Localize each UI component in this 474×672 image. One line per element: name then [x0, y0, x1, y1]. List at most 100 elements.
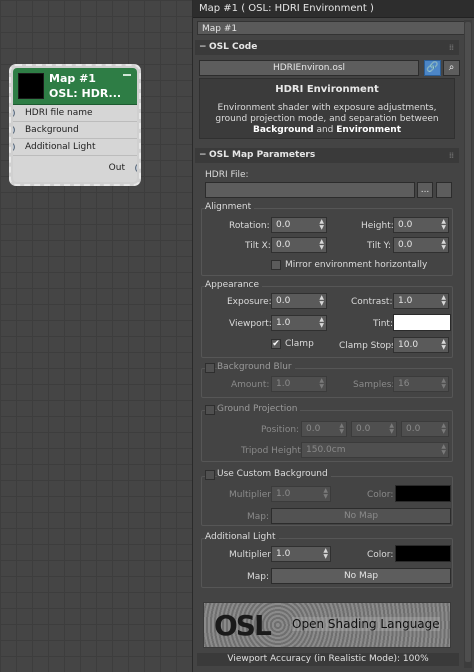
input-socket-icon[interactable] — [13, 142, 15, 152]
spinner-arrows-icon[interactable]: ▲ ▼ — [339, 423, 344, 435]
samples-label: Samples: — [353, 380, 395, 390]
clamp-checkbox[interactable]: ✔ — [271, 339, 281, 349]
custom-bg-map-button[interactable]: No Map — [271, 508, 451, 524]
desc-line-1: Environment shader with exposure adjustm… — [217, 103, 437, 113]
node-output-out[interactable]: Out — [13, 160, 137, 177]
rotation-spinner[interactable]: 0.0 ▲ ▼ — [271, 217, 327, 233]
grip-icon: ⁞⁞ — [448, 151, 454, 160]
position-z-value: 0.0 — [406, 424, 421, 434]
input-socket-icon[interactable] — [13, 125, 15, 135]
osl-map-parameters-header[interactable]: − OSL Map Parameters ⁞⁞ — [195, 148, 459, 163]
node-thumbnail — [18, 73, 44, 99]
tripod-label: Tripod Height: — [241, 446, 304, 456]
spinner-arrows-icon[interactable]: ▲ ▼ — [319, 378, 324, 390]
spinner-arrows-icon[interactable]: ▲ ▼ — [389, 423, 394, 435]
ground-projection-checkbox[interactable] — [205, 405, 215, 415]
position-y-spinner[interactable]: 0.0 ▲ ▼ — [351, 421, 397, 437]
node-output-label: Out — [108, 163, 125, 173]
input-socket-icon[interactable] — [13, 108, 15, 118]
params-title: OSL Map Parameters — [209, 150, 316, 160]
appearance-title: Appearance — [205, 280, 263, 290]
rotation-value: 0.0 — [276, 220, 291, 230]
node-input-background[interactable]: Background — [13, 122, 137, 139]
desc-bold-environment: Environment — [336, 125, 401, 135]
spinner-arrows-icon[interactable]: ▲ ▼ — [323, 488, 328, 500]
panel-scrollbar[interactable] — [464, 20, 472, 668]
spinner-arrows-icon[interactable]: ▲ ▼ — [319, 317, 324, 329]
custom-bg-multiplier-spinner[interactable]: 1.0 ▲ ▼ — [271, 486, 331, 502]
tilty-spinner[interactable]: 0.0 ▲ ▼ — [393, 237, 449, 253]
exposure-spinner[interactable]: 0.0 ▲ ▼ — [271, 293, 327, 309]
node-header[interactable]: Map #1 OSL: HDR... — [13, 68, 137, 105]
custom-background-checkbox[interactable] — [205, 470, 215, 480]
scrollbar-thumb[interactable] — [465, 22, 471, 662]
tiltx-value: 0.0 — [276, 240, 291, 250]
spinner-arrows-icon[interactable]: ▲ ▼ — [441, 444, 446, 456]
collapse-icon: − — [199, 150, 207, 160]
tiltx-spinner[interactable]: 0.0 ▲ ▼ — [271, 237, 327, 253]
tripod-spinner[interactable]: 150.0cm ▲ ▼ — [301, 442, 449, 458]
samples-spinner[interactable]: 16 ▲ ▼ — [393, 376, 449, 392]
clampstops-spinner[interactable]: 10.0 ▲ ▼ — [393, 337, 449, 353]
osl-code-rollout: − OSL Code ⁞⁞ HDRIEnviron.osl 🔗 ⌕ HDRI En… — [193, 40, 461, 144]
add-light-map-button[interactable]: No Map — [271, 568, 451, 584]
additional-light-title: Additional Light — [205, 532, 279, 542]
rotation-label: Rotation: — [229, 221, 270, 231]
viewport-spinner[interactable]: 1.0 ▲ ▼ — [271, 315, 327, 331]
mirror-checkbox[interactable] — [271, 260, 281, 270]
hdri-browse-button[interactable]: ... — [417, 182, 433, 198]
shader-description-text: Environment shader with exposure adjustm… — [200, 103, 454, 136]
hdri-file-button[interactable] — [205, 182, 415, 198]
background-blur-checkbox[interactable] — [205, 363, 215, 373]
amount-spinner[interactable]: 1.0 ▲ ▼ — [271, 376, 327, 392]
spinner-arrows-icon[interactable]: ▲ ▼ — [323, 548, 328, 560]
exposure-value: 0.0 — [276, 296, 291, 306]
tripod-value: 150.0cm — [306, 445, 346, 455]
spinner-arrows-icon[interactable]: ▲ ▼ — [319, 295, 324, 307]
spinner-arrows-icon[interactable]: ▲ ▼ — [441, 378, 446, 390]
spinner-arrows-icon[interactable]: ▲ ▼ — [441, 219, 446, 231]
osl-file-button[interactable]: HDRIEnviron.osl — [199, 60, 419, 76]
custom-bg-color-label: Color: — [367, 490, 394, 500]
spinner-arrows-icon[interactable]: ▲ ▼ — [319, 239, 324, 251]
output-socket-icon[interactable] — [135, 163, 137, 173]
position-z-spinner[interactable]: 0.0 ▲ ▼ — [401, 421, 449, 437]
spinner-arrows-icon[interactable]: ▲ ▼ — [441, 239, 446, 251]
spinner-arrows-icon[interactable]: ▲ ▼ — [441, 295, 446, 307]
desc-and: and — [316, 125, 334, 135]
add-light-multiplier-spinner[interactable]: 1.0 ▲ ▼ — [271, 546, 331, 562]
osl-code-header[interactable]: − OSL Code ⁞⁞ — [195, 40, 459, 55]
spinner-arrows-icon[interactable]: ▲ ▼ — [319, 219, 324, 231]
contrast-value: 1.0 — [398, 296, 413, 306]
shader-title: HDRI Environment — [275, 84, 379, 95]
node-input-hdri-file-name[interactable]: HDRI file name — [13, 105, 137, 122]
map-node[interactable]: Map #1 OSL: HDR... HDRI file name Backgr… — [9, 64, 141, 186]
map-name-field[interactable]: Map #1 — [197, 21, 470, 35]
height-spinner[interactable]: 0.0 ▲ ▼ — [393, 217, 449, 233]
node-subtitle: OSL: HDR... — [49, 87, 122, 100]
tint-label: Tint: — [373, 319, 393, 329]
add-light-color-swatch[interactable] — [395, 545, 451, 562]
spinner-arrows-icon[interactable]: ▲ ▼ — [441, 339, 446, 351]
clampstops-label: Clamp Stops: — [339, 341, 399, 351]
node-input-additional-light[interactable]: Additional Light — [13, 139, 137, 156]
node-editor-canvas[interactable]: Map #1 OSL: HDR... HDRI file name Backgr… — [0, 0, 192, 672]
spinner-arrows-icon[interactable]: ▲ ▼ — [441, 423, 446, 435]
osl-logo: OSL Open Shading Language — [203, 602, 451, 648]
search-icon[interactable]: ⌕ — [443, 60, 460, 76]
add-light-multiplier-value: 1.0 — [276, 549, 291, 559]
desc-line-2: ground projection mode, and separation b… — [215, 114, 439, 124]
tint-color-swatch[interactable] — [393, 314, 451, 331]
contrast-spinner[interactable]: 1.0 ▲ ▼ — [393, 293, 449, 309]
hdri-clear-button[interactable] — [436, 182, 452, 198]
tilty-value: 0.0 — [398, 240, 413, 250]
link-icon[interactable]: 🔗 — [424, 60, 441, 76]
mirror-label: Mirror environment horizontally — [285, 260, 428, 270]
custom-bg-color-swatch[interactable] — [395, 485, 451, 502]
position-label: Position: — [261, 425, 300, 435]
position-x-spinner[interactable]: 0.0 ▲ ▼ — [301, 421, 347, 437]
node-minimize-icon[interactable] — [123, 74, 131, 76]
shader-description: HDRI Environment Environment shader with… — [199, 78, 455, 139]
osl-logo-text: Open Shading Language — [292, 617, 440, 631]
contrast-label: Contrast: — [351, 297, 393, 307]
